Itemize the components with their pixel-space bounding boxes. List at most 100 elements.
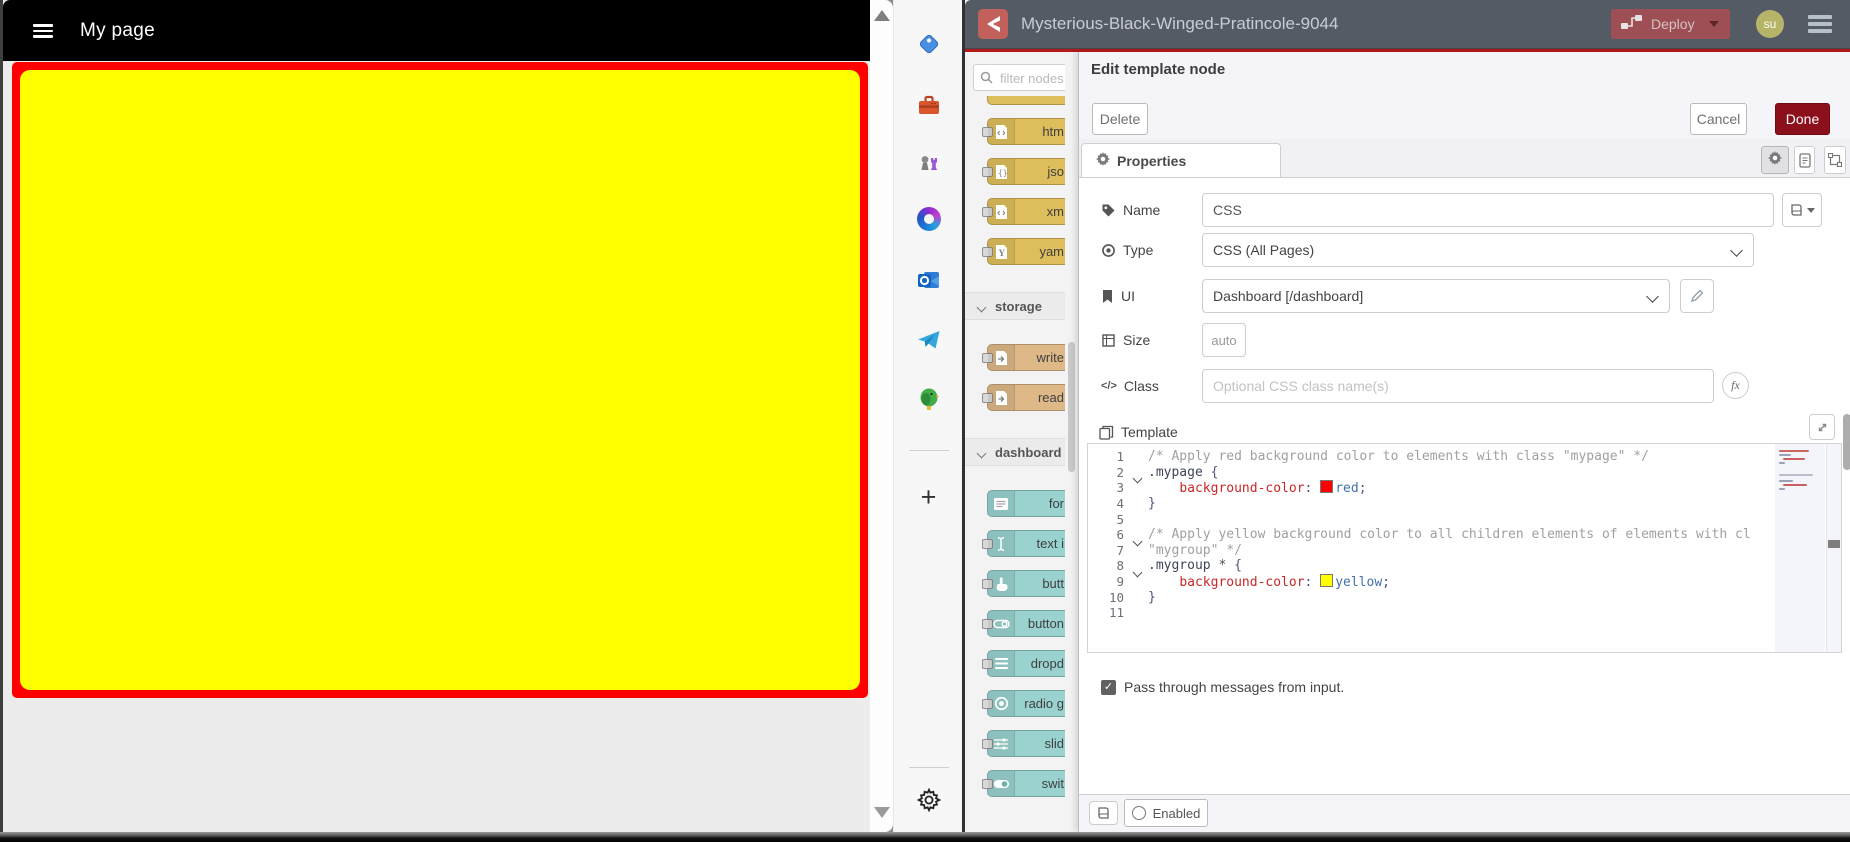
scroll-down-icon[interactable]	[874, 807, 890, 818]
target-icon	[1102, 243, 1115, 257]
class-input[interactable]	[1202, 369, 1714, 403]
line-number: 5	[1116, 511, 1124, 527]
palette-search[interactable]	[973, 64, 1065, 91]
size-auto-button[interactable]: auto	[1202, 323, 1246, 357]
palette-search-input[interactable]	[998, 67, 1065, 90]
label-options-button[interactable]	[1782, 193, 1822, 227]
node-label: write	[1036, 350, 1064, 365]
code-line-3[interactable]: 3 background-color: red;	[1088, 479, 1761, 496]
palette-node-button[interactable]: button	[982, 610, 1065, 637]
deploy-dropdown-icon[interactable]	[1708, 21, 1719, 27]
palette-node-for[interactable]: for	[987, 490, 1065, 517]
palette-node-yam[interactable]: Yyam	[982, 238, 1065, 265]
code-line-1[interactable]: 1 /* Apply red background color to elemen…	[1088, 449, 1761, 465]
template-code-editor[interactable]: 1 /* Apply red background color to elemen…	[1087, 443, 1842, 653]
tag-icon[interactable]	[894, 30, 963, 58]
palette-node-write[interactable]: write	[982, 344, 1065, 371]
docs-toggle-button[interactable]	[1089, 801, 1118, 825]
size-field-label: Size	[1101, 323, 1150, 357]
passthrough-checkbox[interactable]: ✓	[1101, 679, 1116, 695]
dashboard-header-bar: My page	[3, 0, 870, 61]
chess-icon[interactable]	[894, 148, 963, 176]
name-input[interactable]	[1202, 193, 1774, 227]
palette-category-dashboard[interactable]: dashboard	[965, 438, 1065, 466]
m365-icon[interactable]	[894, 205, 963, 233]
size-icon	[1102, 333, 1115, 347]
palette-node-dropd[interactable]: dropd	[982, 650, 1065, 677]
palette-node-read[interactable]: read	[982, 384, 1065, 411]
node-label: butt	[1042, 576, 1064, 591]
expand-editor-button[interactable]	[1809, 414, 1835, 440]
add-icon[interactable]: +	[894, 482, 963, 512]
tray-footer: Enabled	[1079, 794, 1850, 832]
tray-scrollbar-thumb[interactable]	[1843, 414, 1850, 470]
nodered-body: htm {} jso xm Yyam storage write read dashboard f…	[965, 52, 1850, 832]
palette-node-slid[interactable]: slid	[982, 730, 1065, 757]
editor-minimap[interactable]	[1775, 444, 1825, 652]
browser-scrollbar[interactable]	[870, 0, 893, 832]
scroll-up-icon[interactable]	[874, 10, 890, 21]
palette-scrollbar[interactable]	[1065, 52, 1078, 832]
edit-ui-button[interactable]	[1680, 279, 1714, 313]
screen: My page + Mysterious-Black-Winged-Pratin…	[0, 0, 1850, 842]
palette-node-text-i[interactable]: text i	[982, 530, 1065, 557]
svg-text:Y: Y	[998, 248, 1005, 258]
main-menu-icon[interactable]	[1808, 15, 1832, 33]
code-line-8[interactable]: 8 .mygroup * {	[1088, 558, 1761, 574]
tag-icon	[1102, 204, 1115, 216]
file-code-icon	[988, 199, 1015, 224]
telegram-icon[interactable]	[894, 326, 963, 354]
type-field-label: Type	[1101, 233, 1153, 267]
done-button[interactable]: Done	[1775, 103, 1830, 135]
hand-pointer-icon	[988, 571, 1015, 596]
palette-node-swit[interactable]: swit	[982, 770, 1065, 797]
chevron-down-icon	[1730, 244, 1743, 257]
line-number: 6	[1116, 527, 1124, 543]
fx-button[interactable]: fx	[1722, 372, 1749, 399]
type-select[interactable]: CSS (All Pages)	[1202, 233, 1754, 267]
hamburger-menu-icon[interactable]	[33, 24, 53, 38]
description-tab-button[interactable]	[1794, 146, 1815, 174]
palette-node-radio-g[interactable]: radio g	[982, 690, 1065, 717]
status-circle-icon	[1131, 806, 1146, 820]
chevron-down-icon	[976, 448, 987, 459]
ui-select[interactable]: Dashboard [/dashboard]	[1202, 279, 1670, 313]
deploy-icon	[1621, 14, 1643, 35]
code-line-2[interactable]: 2 .mypage {	[1088, 465, 1761, 481]
code-line-5[interactable]: 5	[1088, 511, 1761, 527]
deploy-button[interactable]: Deploy	[1611, 9, 1730, 39]
code-line-11[interactable]: 11	[1088, 605, 1761, 621]
line-number: 7	[1116, 542, 1124, 558]
code-line-10[interactable]: 10}	[1088, 589, 1761, 605]
node-label: dropd	[1030, 656, 1064, 671]
delete-button[interactable]: Delete	[1092, 103, 1148, 135]
palette-node-jso[interactable]: {} jso	[982, 158, 1065, 185]
palette-category-storage[interactable]: storage	[965, 292, 1065, 320]
palette-node-butt[interactable]: butt	[982, 570, 1065, 597]
cancel-button[interactable]: Cancel	[1690, 103, 1747, 135]
palette-node-htm[interactable]: htm	[982, 118, 1065, 145]
parrot-icon[interactable]	[894, 385, 963, 413]
tab-properties[interactable]: Properties	[1081, 143, 1281, 177]
dashboard-widget-yellow	[20, 70, 860, 690]
code-icon: </>	[1101, 380, 1117, 392]
editor-scrollbar[interactable]	[1826, 444, 1841, 652]
properties-tab-button[interactable]	[1761, 146, 1789, 174]
chevron-down-icon	[976, 302, 987, 313]
code-line-9[interactable]: 9 background-color: yellow;	[1088, 573, 1761, 590]
appearance-tab-button[interactable]	[1824, 146, 1846, 174]
code-line-6[interactable]: 6 /* Apply yellow background color to all…	[1088, 527, 1761, 543]
book-icon	[1098, 807, 1109, 819]
list-icon	[988, 651, 1015, 676]
palette-node-xm[interactable]: xm	[982, 198, 1065, 225]
settings-gear-icon[interactable]	[894, 787, 963, 816]
user-avatar[interactable]: su	[1756, 10, 1784, 38]
line-number: 11	[1108, 605, 1124, 621]
code-line-4[interactable]: 4}	[1088, 496, 1761, 512]
enabled-toggle-button[interactable]: Enabled	[1124, 799, 1208, 827]
outlook-icon[interactable]	[894, 266, 963, 294]
code-line-7[interactable]: 7 "mygroup" */	[1088, 543, 1761, 559]
node-label: for	[1048, 496, 1064, 511]
node-label: radio g	[1024, 696, 1064, 711]
toolbox-icon[interactable]	[894, 91, 963, 119]
